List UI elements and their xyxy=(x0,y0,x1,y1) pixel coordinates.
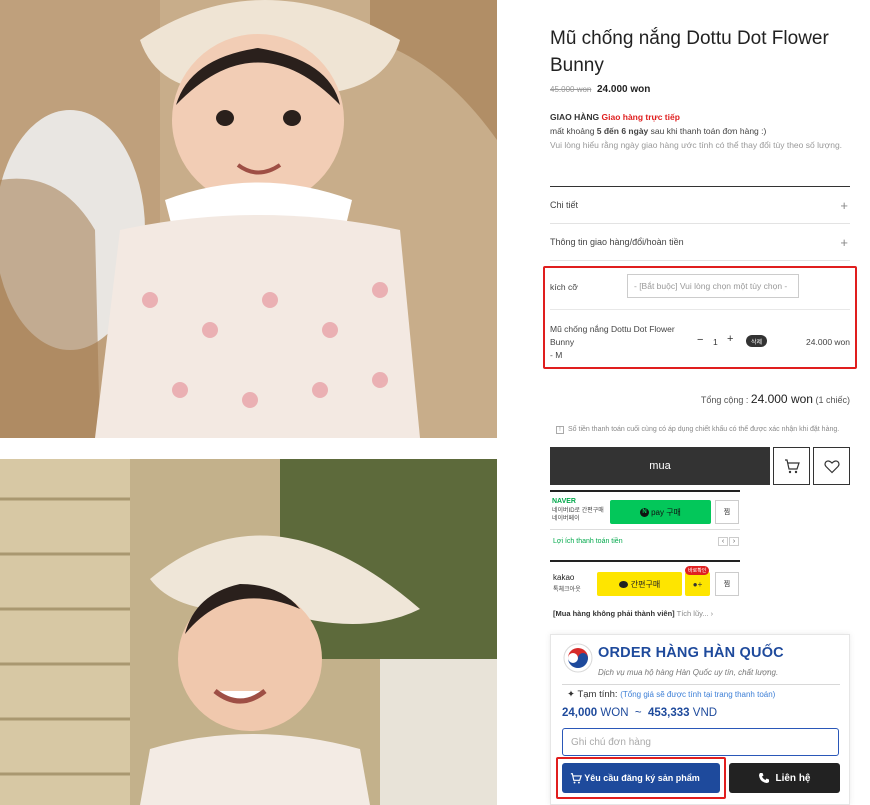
non-member-label: [Mua hàng không phải thành viên] xyxy=(553,609,675,618)
kakao-zzim-button[interactable]: 찜 xyxy=(715,572,739,596)
naver-pay-button[interactable]: Npay 구매 xyxy=(610,500,711,524)
selected-item-title: Mũ chống nắng Dottu Dot Flower Bunny xyxy=(550,324,675,347)
vnd-value: 453,333 xyxy=(648,707,690,719)
product-title: Mũ chống nắng Dottu Dot Flower Bunny xyxy=(550,28,829,76)
request-product-label: Yêu cầu đăng ký sản phẩm xyxy=(584,773,700,783)
original-price: 45.000 won xyxy=(550,85,592,94)
naver-zzim-button[interactable]: 찜 xyxy=(715,500,739,524)
accordion-details[interactable]: Chi tiết + xyxy=(550,186,850,223)
vnd-unit: VND xyxy=(692,707,718,719)
size-select[interactable]: - [Bắt buộc] Vui lòng chọn một tùy chọn … xyxy=(627,274,799,298)
selected-item-price: 24.000 won xyxy=(806,337,850,347)
naver-divider xyxy=(550,529,740,530)
wishlist-button[interactable] xyxy=(813,447,850,485)
total-amount: 24.000 won xyxy=(750,392,813,406)
discount-notice: ! Số tiền thanh toán cuối cùng có áp dụng… xyxy=(556,425,846,435)
kakao-chat-bubble-icon xyxy=(618,580,628,588)
total-count: (1 chiếc) xyxy=(815,395,850,405)
request-product-button[interactable]: Yêu cầu đăng ký sản phẩm xyxy=(562,763,720,793)
notice-text: Số tiền thanh toán cuối cùng có áp dụng … xyxy=(568,426,840,433)
kakao-logo: kakao xyxy=(553,573,575,582)
estimate-label: Tạm tính: xyxy=(577,689,618,700)
buy-button[interactable]: mua xyxy=(550,447,770,485)
shipping-label: GIAO HÀNG xyxy=(550,112,600,122)
kakao-subtitle: 톡체크아웃 xyxy=(553,587,581,593)
shipping-time-suffix: sau khi thanh toán đơn hàng :) xyxy=(648,126,767,136)
kakao-badge: 바로확인 xyxy=(685,566,710,575)
selected-item-variant: - M xyxy=(550,350,563,360)
child-at-brick-wall-illustration xyxy=(0,459,497,805)
estimate-row: ✦ Tạm tính: (Tổng giá sẽ được tính tại t… xyxy=(567,689,775,700)
kakao-channel-button[interactable]: ●+ xyxy=(685,572,710,596)
naver-logo: NAVER xyxy=(552,498,576,505)
shipping-time-value: 5 đến 6 ngày xyxy=(596,126,649,136)
won-unit: WON xyxy=(600,707,629,719)
option-divider xyxy=(550,309,850,310)
kakao-plus-chat-icon: ●+ xyxy=(692,579,703,589)
quantity-value[interactable]: 1 xyxy=(713,337,718,347)
phone-icon xyxy=(759,773,770,783)
plus-icon[interactable]: + xyxy=(840,198,850,213)
shipping-info: GIAO HÀNG Giao hàng trực tiếp mất khoảng… xyxy=(550,110,850,152)
total-price: Tổng cộng : 24.000 won (1 chiếc) xyxy=(600,392,850,406)
accordion-divider xyxy=(550,260,850,261)
quantity-decrease-button[interactable]: − xyxy=(697,334,703,346)
info-icon: ! xyxy=(556,426,564,434)
selected-item-name: Mũ chống nắng Dottu Dot Flower Bunny - M xyxy=(550,323,690,362)
kakao-divider xyxy=(550,560,740,562)
order-panel-subtitle: Dịch vụ mua hộ hàng Hàn Quốc uy tín, chấ… xyxy=(598,668,779,677)
product-photo-2 xyxy=(0,459,497,805)
shipping-method: Giao hàng trực tiếp xyxy=(601,112,680,122)
order-panel-title: ORDER HÀNG HÀN QUỐC xyxy=(598,645,784,661)
korea-flag-logo-icon xyxy=(563,643,593,673)
total-label: Tổng cộng : xyxy=(700,395,749,405)
naver-benefit-link[interactable]: Lợi ích thanh toán tiền xyxy=(553,538,623,545)
sale-price: 24.000 won xyxy=(597,84,651,95)
estimate-prices: 24,000 WON ~ 453,333 VND xyxy=(562,707,717,719)
add-to-cart-button[interactable] xyxy=(773,447,810,485)
chevron-right-icon: › xyxy=(710,609,714,618)
cart-icon xyxy=(784,458,800,473)
order-note-placeholder: Ghi chú đơn hàng xyxy=(571,736,651,748)
order-note-input[interactable]: Ghi chú đơn hàng xyxy=(562,728,839,756)
naver-n-icon: N xyxy=(640,507,650,517)
kakao-buy-label: 간편구매 xyxy=(630,579,661,589)
accordion-details-label: Chi tiết xyxy=(550,200,579,210)
size-select-value: - [Bắt buộc] Vui lòng chọn một tùy chọn … xyxy=(634,281,788,291)
accordion-shipping-returns[interactable]: Thông tin giao hàng/đổi/hoàn tiền + xyxy=(550,223,850,260)
size-label: kích cỡ xyxy=(550,282,578,292)
delete-item-button[interactable]: 삭제 xyxy=(746,335,767,347)
shipping-time-prefix: mất khoảng xyxy=(550,126,597,136)
chevron-left-icon[interactable]: ‹ xyxy=(718,537,728,546)
estimate-hint: (Tổng giá sẽ được tính tại trang thanh t… xyxy=(620,690,776,699)
naver-benefit-nav: ‹ › xyxy=(717,537,739,546)
accordion-shipping-label: Thông tin giao hàng/đổi/hoàn tiền xyxy=(550,237,684,247)
child-in-bunny-hat-illustration xyxy=(0,0,497,438)
heart-icon xyxy=(823,459,840,473)
chevron-right-icon[interactable]: › xyxy=(729,537,739,546)
naver-subtitle: 네이버ID로 간편구매 네이버페이 xyxy=(552,508,604,522)
contact-label: Liên hệ xyxy=(775,772,811,784)
won-value: 24,000 xyxy=(562,707,598,719)
shipping-note: Vui lòng hiểu rằng ngày giao hàng ước tí… xyxy=(550,140,843,150)
naver-pay-label: pay 구매 xyxy=(651,507,681,517)
price-separator: ~ xyxy=(634,707,642,719)
cart-icon xyxy=(570,772,582,783)
kakao-buy-button[interactable]: 간편구매 xyxy=(597,572,682,596)
sparkle-icon: ✦ xyxy=(567,689,578,700)
product-photo-1 xyxy=(0,0,497,438)
order-panel-divider xyxy=(562,684,840,685)
contact-button[interactable]: Liên hệ xyxy=(729,763,840,793)
plus-icon[interactable]: + xyxy=(840,235,850,250)
non-member-more: Tích lũy... xyxy=(676,609,709,618)
quantity-increase-button[interactable]: + xyxy=(727,333,733,345)
non-member-note[interactable]: [Mua hàng không phải thành viên] Tích lũ… xyxy=(553,609,713,618)
